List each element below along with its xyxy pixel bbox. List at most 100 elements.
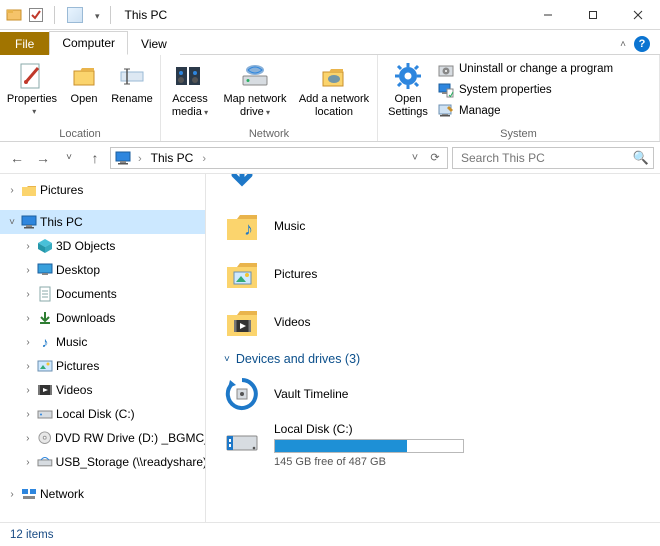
local-disk-icon — [224, 422, 260, 461]
titlebar: This PC — [0, 0, 660, 30]
folder-icon — [21, 182, 37, 198]
add-network-location-button[interactable]: Add a network location — [295, 58, 373, 118]
help-icon[interactable]: ? — [634, 36, 650, 52]
tree-item-this-pc[interactable]: ˅ This PC — [0, 210, 205, 234]
open-button[interactable]: Open — [64, 58, 104, 106]
address-bar[interactable]: This PC ˅ ⟳ — [110, 147, 448, 169]
open-settings-button[interactable]: Open Settings — [382, 58, 434, 118]
nav-up-button[interactable]: ↑ — [84, 147, 106, 169]
list-item-vault[interactable]: Vault Timeline — [224, 370, 660, 418]
open-settings-label: Open Settings — [384, 93, 432, 118]
ribbon: Properties Open Rename Location — [0, 54, 660, 142]
tree-item-pictures-qa[interactable]: › Pictures — [0, 178, 205, 202]
chevron-right-icon[interactable]: › — [22, 241, 34, 252]
list-item-local-disk[interactable]: Local Disk (C:) 145 GB free of 487 GB — [224, 418, 660, 472]
list-item-videos[interactable]: Videos — [224, 298, 660, 346]
status-bar: 12 items — [0, 522, 660, 546]
minimize-button[interactable] — [525, 0, 570, 29]
window-controls — [525, 0, 660, 29]
list-item[interactable] — [224, 174, 660, 202]
breadcrumb-sep-icon[interactable] — [135, 151, 145, 165]
network-drive-icon — [37, 454, 53, 470]
tab-view[interactable]: View — [128, 32, 180, 55]
chevron-down-icon[interactable]: ˅ — [6, 217, 18, 228]
chevron-down-icon[interactable]: ˅ — [224, 354, 230, 365]
drive-usage-bar — [274, 439, 464, 453]
tree-item-downloads[interactable]: › Downloads — [0, 306, 205, 330]
properties-button[interactable]: Properties — [4, 58, 60, 116]
list-item-pictures[interactable]: Pictures — [224, 250, 660, 298]
tree-item-documents[interactable]: › Documents — [0, 282, 205, 306]
tree-item-dvd-drive[interactable]: › DVD RW Drive (D:) _BGMC_V — [0, 426, 205, 450]
refresh-button[interactable]: ⟳ — [425, 151, 445, 164]
quick-access-toolbar — [0, 0, 121, 29]
qat-more-icon[interactable] — [93, 8, 100, 22]
open-label: Open — [71, 93, 98, 106]
nav-history-button[interactable]: ˅ — [58, 147, 80, 169]
tree-item-network[interactable]: › Network — [0, 482, 205, 506]
desktop-icon — [37, 262, 53, 278]
collapse-ribbon-icon[interactable]: ˄ — [620, 39, 626, 50]
access-media-icon — [174, 60, 206, 92]
search-input[interactable] — [459, 150, 628, 166]
tree-item-pictures[interactable]: › Pictures — [0, 354, 205, 378]
chevron-right-icon[interactable]: › — [6, 185, 18, 196]
tree-label: Desktop — [56, 263, 100, 277]
tab-file[interactable]: File — [0, 32, 49, 55]
main-split: › Pictures ˅ This PC › 3D Objects › — [0, 174, 660, 522]
this-pc-icon — [21, 214, 37, 230]
tree-item-3d-objects[interactable]: › 3D Objects — [0, 234, 205, 258]
group-devices-header[interactable]: ˅ Devices and drives (3) — [224, 346, 660, 370]
system-properties-icon — [438, 82, 454, 98]
tree-item-usb-storage[interactable]: › USB_Storage (\\readyshare) — [0, 450, 205, 474]
tree-item-music[interactable]: › ♪ Music — [0, 330, 205, 354]
uninstall-program-button[interactable]: Uninstall or change a program — [438, 60, 619, 78]
pictures-icon — [37, 358, 53, 374]
explorer-icon — [6, 7, 22, 23]
tree-item-videos[interactable]: › Videos — [0, 378, 205, 402]
tree-item-local-disk[interactable]: › Local Disk (C:) — [0, 402, 205, 426]
search-icon[interactable]: 🔍 — [633, 150, 649, 166]
maximize-button[interactable] — [570, 0, 615, 29]
documents-icon — [37, 286, 53, 302]
downloads-icon — [224, 174, 260, 196]
ribbon-group-location: Properties Open Rename Location — [0, 55, 161, 141]
vault-timeline-icon — [224, 376, 260, 412]
ribbon-group-location-label: Location — [4, 126, 156, 141]
system-properties-label: System properties — [459, 84, 552, 96]
nav-bar: ← → ˅ ↑ This PC ˅ ⟳ 🔍 — [0, 142, 660, 174]
add-network-location-label: Add a network location — [297, 93, 371, 118]
system-properties-button[interactable]: System properties — [438, 81, 619, 99]
list-item-music[interactable]: ♪ Music — [224, 202, 660, 250]
map-network-drive-icon — [239, 60, 271, 92]
map-network-drive-button[interactable]: Map network drive — [219, 58, 291, 118]
add-network-location-icon — [318, 60, 350, 92]
tree-label: 3D Objects — [56, 239, 115, 253]
ribbon-tabs: File Computer View ˄ ? — [0, 30, 660, 54]
item-label: Videos — [274, 315, 310, 329]
access-media-button[interactable]: Access media — [165, 58, 215, 118]
tab-computer[interactable]: Computer — [49, 31, 128, 55]
item-label: Vault Timeline — [274, 387, 348, 401]
rename-button[interactable]: Rename — [108, 58, 156, 106]
uninstall-label: Uninstall or change a program — [459, 63, 613, 75]
close-button[interactable] — [615, 0, 660, 29]
nav-forward-button[interactable]: → — [32, 147, 54, 169]
breadcrumb-sep-icon2[interactable] — [199, 151, 209, 165]
search-box[interactable]: 🔍 — [452, 147, 654, 169]
access-media-label: Access media — [167, 93, 213, 118]
ribbon-group-network: Access media Map network drive Add a net… — [161, 55, 378, 141]
breadcrumb-this-pc[interactable]: This PC — [149, 151, 196, 165]
tree-label: Pictures — [40, 183, 83, 197]
music-icon: ♪ — [37, 334, 53, 350]
3d-objects-icon — [37, 238, 53, 254]
manage-button[interactable]: Manage — [438, 102, 619, 120]
tree-item-desktop[interactable]: › Desktop — [0, 258, 205, 282]
tree-label: Documents — [56, 287, 117, 301]
qat-checkbox-icon[interactable] — [28, 7, 44, 23]
network-icon — [21, 486, 37, 502]
nav-back-button[interactable]: ← — [6, 147, 28, 169]
address-dropdown-icon[interactable]: ˅ — [405, 152, 425, 164]
window-title: This PC — [121, 8, 168, 22]
tree-label: Videos — [56, 383, 92, 397]
